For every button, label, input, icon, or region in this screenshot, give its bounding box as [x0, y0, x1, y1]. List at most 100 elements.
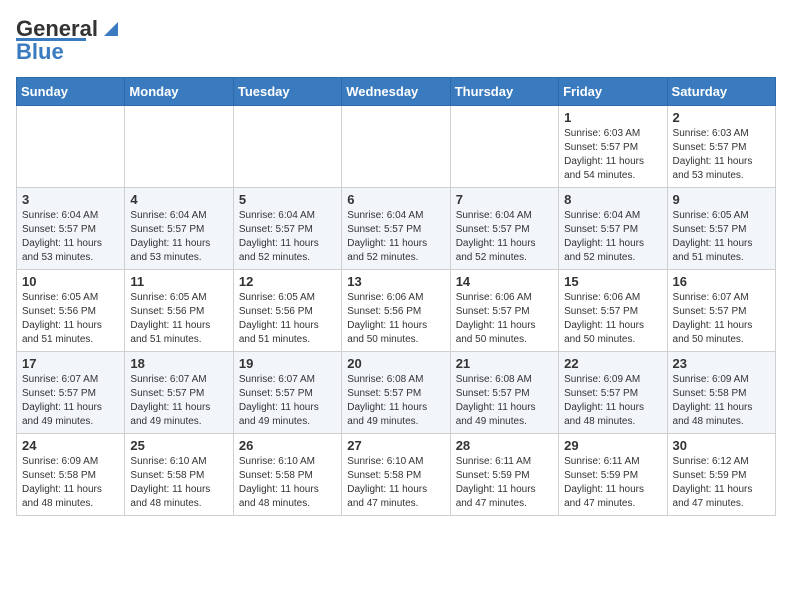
day-info: Sunrise: 6:06 AMSunset: 5:57 PMDaylight:… [456, 291, 553, 347]
day-info: Sunrise: 6:06 AMSunset: 5:56 PMDaylight:… [347, 291, 444, 347]
calendar-cell: 11 Sunrise: 6:05 AMSunset: 5:56 PMDayligh… [125, 270, 233, 352]
day-number: 2 [673, 110, 770, 125]
calendar-cell: 20 Sunrise: 6:08 AMSunset: 5:57 PMDayligh… [342, 352, 450, 434]
day-info: Sunrise: 6:09 AMSunset: 5:58 PMDaylight:… [22, 455, 119, 511]
logo-icon [100, 18, 122, 40]
calendar-week-1: 1 Sunrise: 6:03 AMSunset: 5:57 PMDaylight… [17, 106, 776, 188]
day-info: Sunrise: 6:07 AMSunset: 5:57 PMDaylight:… [239, 373, 336, 429]
day-number: 1 [564, 110, 661, 125]
day-info: Sunrise: 6:05 AMSunset: 5:56 PMDaylight:… [130, 291, 227, 347]
day-info: Sunrise: 6:04 AMSunset: 5:57 PMDaylight:… [347, 209, 444, 265]
day-info: Sunrise: 6:07 AMSunset: 5:57 PMDaylight:… [22, 373, 119, 429]
calendar-cell [450, 106, 558, 188]
calendar-cell: 29 Sunrise: 6:11 AMSunset: 5:59 PMDayligh… [559, 434, 667, 516]
day-info: Sunrise: 6:07 AMSunset: 5:57 PMDaylight:… [130, 373, 227, 429]
calendar-cell [125, 106, 233, 188]
day-number: 28 [456, 438, 553, 453]
day-number: 4 [130, 192, 227, 207]
day-info: Sunrise: 6:04 AMSunset: 5:57 PMDaylight:… [456, 209, 553, 265]
calendar-cell: 4 Sunrise: 6:04 AMSunset: 5:57 PMDaylight… [125, 188, 233, 270]
calendar-cell: 27 Sunrise: 6:10 AMSunset: 5:58 PMDayligh… [342, 434, 450, 516]
calendar-cell: 30 Sunrise: 6:12 AMSunset: 5:59 PMDayligh… [667, 434, 775, 516]
day-number: 12 [239, 274, 336, 289]
day-number: 24 [22, 438, 119, 453]
calendar-body: 1 Sunrise: 6:03 AMSunset: 5:57 PMDaylight… [17, 106, 776, 516]
day-info: Sunrise: 6:12 AMSunset: 5:59 PMDaylight:… [673, 455, 770, 511]
calendar-cell: 9 Sunrise: 6:05 AMSunset: 5:57 PMDaylight… [667, 188, 775, 270]
day-info: Sunrise: 6:07 AMSunset: 5:57 PMDaylight:… [673, 291, 770, 347]
calendar-cell: 23Sunrise: 6:09 AMSunset: 5:58 PMDayligh… [667, 352, 775, 434]
calendar-cell: 22 Sunrise: 6:09 AMSunset: 5:57 PMDayligh… [559, 352, 667, 434]
day-number: 26 [239, 438, 336, 453]
day-info: Sunrise: 6:04 AMSunset: 5:57 PMDaylight:… [239, 209, 336, 265]
day-number: 10 [22, 274, 119, 289]
day-info: Sunrise: 6:08 AMSunset: 5:57 PMDaylight:… [347, 373, 444, 429]
day-number: 22 [564, 356, 661, 371]
day-number: 3 [22, 192, 119, 207]
calendar-cell: 28Sunrise: 6:11 AMSunset: 5:59 PMDayligh… [450, 434, 558, 516]
header-friday: Friday [559, 78, 667, 106]
day-info: Sunrise: 6:10 AMSunset: 5:58 PMDaylight:… [130, 455, 227, 511]
day-number: 29 [564, 438, 661, 453]
calendar-cell: 10 Sunrise: 6:05 AMSunset: 5:56 PMDayligh… [17, 270, 125, 352]
day-number: 27 [347, 438, 444, 453]
day-info: Sunrise: 6:04 AMSunset: 5:57 PMDaylight:… [22, 209, 119, 265]
header-wednesday: Wednesday [342, 78, 450, 106]
calendar-week-2: 3 Sunrise: 6:04 AMSunset: 5:57 PMDaylight… [17, 188, 776, 270]
calendar-cell: 21 Sunrise: 6:08 AMSunset: 5:57 PMDayligh… [450, 352, 558, 434]
logo: General Blue [16, 16, 122, 65]
day-number: 21 [456, 356, 553, 371]
calendar-cell: 17 Sunrise: 6:07 AMSunset: 5:57 PMDayligh… [17, 352, 125, 434]
header-sunday: Sunday [17, 78, 125, 106]
calendar-cell: 3 Sunrise: 6:04 AMSunset: 5:57 PMDaylight… [17, 188, 125, 270]
calendar-cell: 6 Sunrise: 6:04 AMSunset: 5:57 PMDaylight… [342, 188, 450, 270]
calendar-cell [233, 106, 341, 188]
calendar-cell: 12Sunrise: 6:05 AMSunset: 5:56 PMDayligh… [233, 270, 341, 352]
calendar-cell [342, 106, 450, 188]
calendar-cell [17, 106, 125, 188]
day-info: Sunrise: 6:03 AMSunset: 5:57 PMDaylight:… [564, 127, 661, 183]
calendar-cell: 16 Sunrise: 6:07 AMSunset: 5:57 PMDayligh… [667, 270, 775, 352]
calendar-cell: 13 Sunrise: 6:06 AMSunset: 5:56 PMDayligh… [342, 270, 450, 352]
day-info: Sunrise: 6:05 AMSunset: 5:56 PMDaylight:… [22, 291, 119, 347]
calendar-cell: 24 Sunrise: 6:09 AMSunset: 5:58 PMDayligh… [17, 434, 125, 516]
day-number: 6 [347, 192, 444, 207]
day-number: 16 [673, 274, 770, 289]
day-number: 8 [564, 192, 661, 207]
calendar-cell: 26Sunrise: 6:10 AMSunset: 5:58 PMDayligh… [233, 434, 341, 516]
day-info: Sunrise: 6:03 AMSunset: 5:57 PMDaylight:… [673, 127, 770, 183]
header-tuesday: Tuesday [233, 78, 341, 106]
calendar-header-row: SundayMondayTuesdayWednesdayThursdayFrid… [17, 78, 776, 106]
page-header: General Blue [16, 16, 776, 65]
day-info: Sunrise: 6:05 AMSunset: 5:57 PMDaylight:… [673, 209, 770, 265]
day-number: 30 [673, 438, 770, 453]
day-info: Sunrise: 6:08 AMSunset: 5:57 PMDaylight:… [456, 373, 553, 429]
day-info: Sunrise: 6:06 AMSunset: 5:57 PMDaylight:… [564, 291, 661, 347]
calendar-week-5: 24 Sunrise: 6:09 AMSunset: 5:58 PMDayligh… [17, 434, 776, 516]
calendar-cell: 25 Sunrise: 6:10 AMSunset: 5:58 PMDayligh… [125, 434, 233, 516]
calendar-cell: 18 Sunrise: 6:07 AMSunset: 5:57 PMDayligh… [125, 352, 233, 434]
day-number: 11 [130, 274, 227, 289]
day-number: 20 [347, 356, 444, 371]
day-info: Sunrise: 6:10 AMSunset: 5:58 PMDaylight:… [347, 455, 444, 511]
header-thursday: Thursday [450, 78, 558, 106]
calendar-cell: 15Sunrise: 6:06 AMSunset: 5:57 PMDayligh… [559, 270, 667, 352]
calendar-cell: 1 Sunrise: 6:03 AMSunset: 5:57 PMDaylight… [559, 106, 667, 188]
day-number: 19 [239, 356, 336, 371]
day-number: 13 [347, 274, 444, 289]
calendar-week-4: 17 Sunrise: 6:07 AMSunset: 5:57 PMDayligh… [17, 352, 776, 434]
header-saturday: Saturday [667, 78, 775, 106]
day-number: 5 [239, 192, 336, 207]
day-number: 25 [130, 438, 227, 453]
day-info: Sunrise: 6:04 AMSunset: 5:57 PMDaylight:… [130, 209, 227, 265]
day-number: 17 [22, 356, 119, 371]
day-info: Sunrise: 6:11 AMSunset: 5:59 PMDaylight:… [564, 455, 661, 511]
calendar-cell: 2 Sunrise: 6:03 AMSunset: 5:57 PMDaylight… [667, 106, 775, 188]
calendar-cell: 7 Sunrise: 6:04 AMSunset: 5:57 PMDaylight… [450, 188, 558, 270]
calendar-week-3: 10 Sunrise: 6:05 AMSunset: 5:56 PMDayligh… [17, 270, 776, 352]
logo-blue: Blue [16, 39, 64, 65]
day-number: 7 [456, 192, 553, 207]
day-info: Sunrise: 6:09 AMSunset: 5:57 PMDaylight:… [564, 373, 661, 429]
day-number: 18 [130, 356, 227, 371]
day-number: 9 [673, 192, 770, 207]
